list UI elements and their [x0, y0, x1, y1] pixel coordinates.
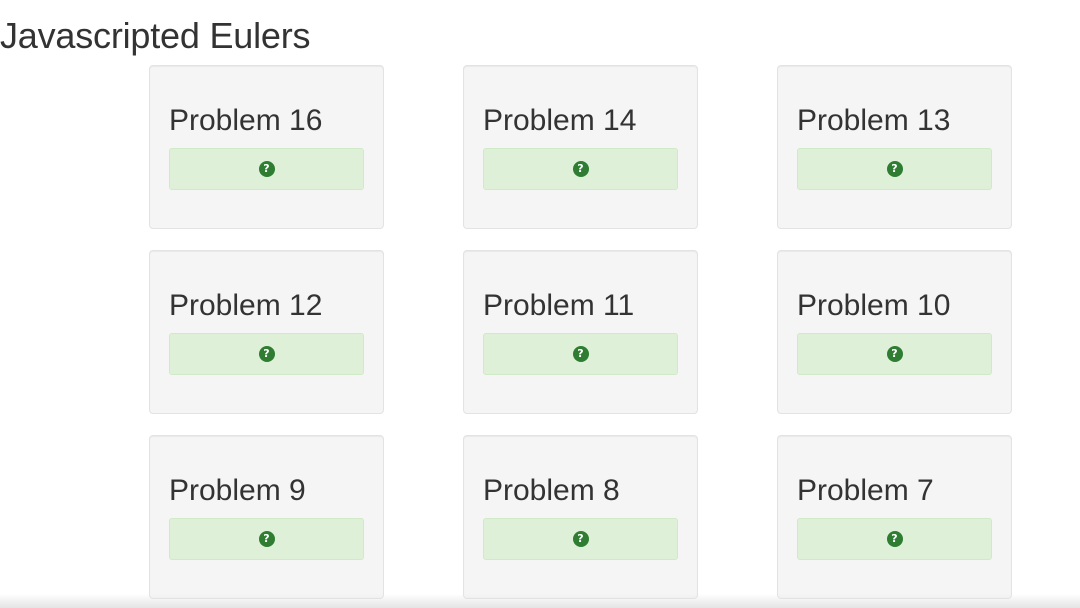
problem-card: Problem 14 ? [463, 65, 698, 229]
problem-status-button[interactable]: ? [169, 148, 364, 190]
question-circle-icon: ? [886, 346, 903, 362]
problem-title: Problem 14 [483, 104, 637, 137]
problem-title: Problem 12 [169, 289, 323, 322]
problem-status-button[interactable]: ? [797, 518, 992, 560]
question-circle-icon: ? [572, 161, 589, 177]
problem-card: Problem 16 ? [149, 65, 384, 229]
question-circle-icon: ? [258, 161, 275, 177]
problem-status-button[interactable]: ? [169, 518, 364, 560]
question-circle-icon: ? [572, 346, 589, 362]
problem-card: Problem 13 ? [777, 65, 1012, 229]
problem-grid: Problem 16 ? Problem 14 ? Problem 13 ? P… [149, 65, 1012, 599]
question-circle-icon: ? [258, 346, 275, 362]
problem-title: Problem 8 [483, 474, 620, 507]
problem-title: Problem 13 [797, 104, 951, 137]
question-circle-icon: ? [572, 531, 589, 547]
problem-status-button[interactable]: ? [797, 148, 992, 190]
question-circle-icon: ? [258, 531, 275, 547]
problem-title: Problem 10 [797, 289, 951, 322]
problem-status-button[interactable]: ? [483, 148, 678, 190]
problem-status-button[interactable]: ? [797, 333, 992, 375]
problem-status-button[interactable]: ? [483, 333, 678, 375]
problem-card: Problem 11 ? [463, 250, 698, 414]
problem-title: Problem 11 [483, 289, 635, 322]
problem-title: Problem 7 [797, 474, 934, 507]
problem-status-button[interactable]: ? [169, 333, 364, 375]
problem-card: Problem 12 ? [149, 250, 384, 414]
problem-card: Problem 9 ? [149, 435, 384, 599]
page-title: Javascripted Eulers [0, 15, 311, 56]
problem-title: Problem 9 [169, 474, 306, 507]
problem-card: Problem 7 ? [777, 435, 1012, 599]
problem-card: Problem 10 ? [777, 250, 1012, 414]
problem-status-button[interactable]: ? [483, 518, 678, 560]
question-circle-icon: ? [886, 531, 903, 547]
problem-title: Problem 16 [169, 104, 323, 137]
question-circle-icon: ? [886, 161, 903, 177]
problem-card: Problem 8 ? [463, 435, 698, 599]
